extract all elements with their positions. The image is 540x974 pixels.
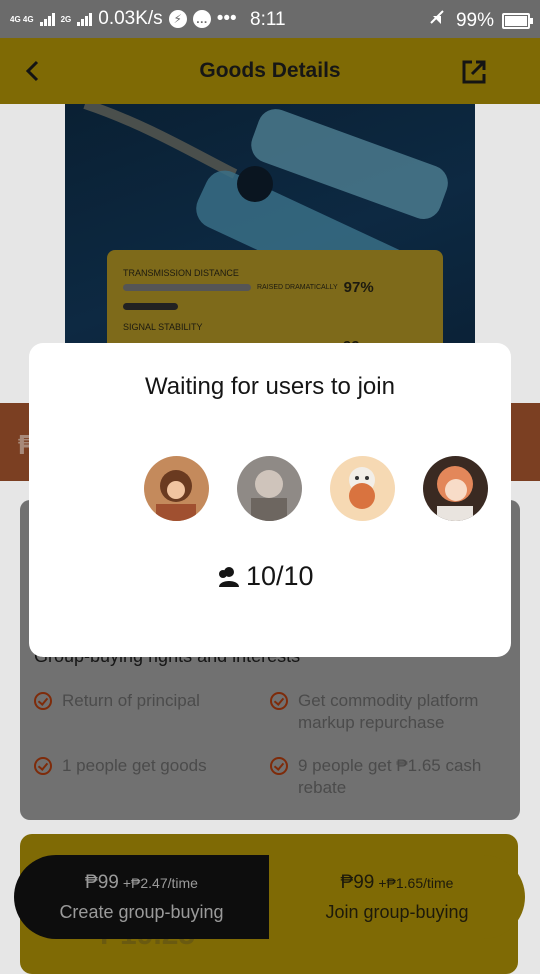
more-icon: ••• [216, 8, 237, 29]
join-price-line: ₱99 +₱1.65/time [341, 872, 454, 894]
right-label: Get commodity platform markup repurchase [298, 691, 479, 732]
spec-label-1: TRANSMISSION DISTANCE [123, 268, 239, 278]
join-label: Join group-buying [325, 901, 469, 922]
avatar [237, 456, 302, 521]
spec-bar [123, 284, 251, 291]
spec-label-2: SIGNAL STABILITY [123, 322, 203, 332]
join-price: ₱99 [340, 871, 375, 893]
participant-count: 10/10 [246, 561, 314, 591]
modal-title: Waiting for users to join [145, 373, 395, 400]
status-left: 4G 4G 2G 0.03K/s ⚡ … ••• [10, 8, 240, 30]
signal-bars-icon [77, 12, 93, 26]
create-price-line: ₱99 +₱2.47/time [85, 872, 198, 894]
create-group-buying-button[interactable]: ₱99 +₱2.47/time Create group-buying [14, 855, 269, 939]
create-price: ₱99 [85, 871, 119, 893]
spec-value-1: 97% [343, 279, 374, 296]
check-circle-icon [270, 692, 288, 710]
create-label: Create group-buying [59, 901, 224, 922]
chevron-left-icon[interactable] [18, 56, 48, 86]
mute-icon [428, 8, 448, 34]
signal-bars-icon [39, 12, 55, 26]
join-extra: +₱1.65/time [378, 874, 454, 891]
avatar [144, 456, 209, 521]
network-label: 4G 4G [10, 14, 34, 24]
app-header: Goods Details [0, 38, 540, 104]
right-label: 1 people get goods [62, 756, 207, 775]
network-label-2: 2G [60, 14, 72, 24]
avatar [423, 456, 488, 521]
clock: 8:11 [250, 9, 286, 30]
check-circle-icon [34, 757, 52, 775]
right-item-rebate: 9 people get ₱1.65 cash rebate [270, 755, 510, 799]
spec-bar-2 [123, 303, 178, 310]
shield-icon: ⚡ [168, 10, 187, 28]
right-item-goods: 1 people get goods [34, 755, 234, 777]
join-group-buying-button[interactable]: ₱99 +₱1.65/time Join group-buying [269, 855, 525, 939]
network-speed: 0.03K/s [98, 8, 163, 29]
avatar [330, 456, 395, 521]
right-label: 9 people get ₱1.65 cash rebate [298, 756, 482, 797]
users-icon [219, 566, 239, 587]
create-extra: +₱2.47/time [122, 874, 198, 891]
external-link-icon[interactable] [460, 58, 488, 86]
right-item-markup: Get commodity platform markup repurchase [270, 690, 510, 734]
page-title: Goods Details [199, 59, 341, 82]
status-right: 99% [428, 8, 533, 34]
check-circle-icon [34, 692, 52, 710]
battery-icon [502, 13, 533, 29]
participant-counter: 10/10 [216, 561, 314, 592]
spec-note: RAISED DRAMATICALLY [257, 284, 338, 291]
status-bar: 4G 4G 2G 0.03K/s ⚡ … ••• 8:11 99% [0, 0, 540, 38]
right-label: Return of principal [62, 691, 200, 710]
battery-percent: 99% [455, 10, 494, 31]
chat-icon: … [192, 10, 211, 28]
check-circle-icon [270, 757, 288, 775]
waiting-modal: Waiting for users to join 10/10 [29, 343, 511, 657]
right-item-return: Return of principal [34, 690, 234, 712]
